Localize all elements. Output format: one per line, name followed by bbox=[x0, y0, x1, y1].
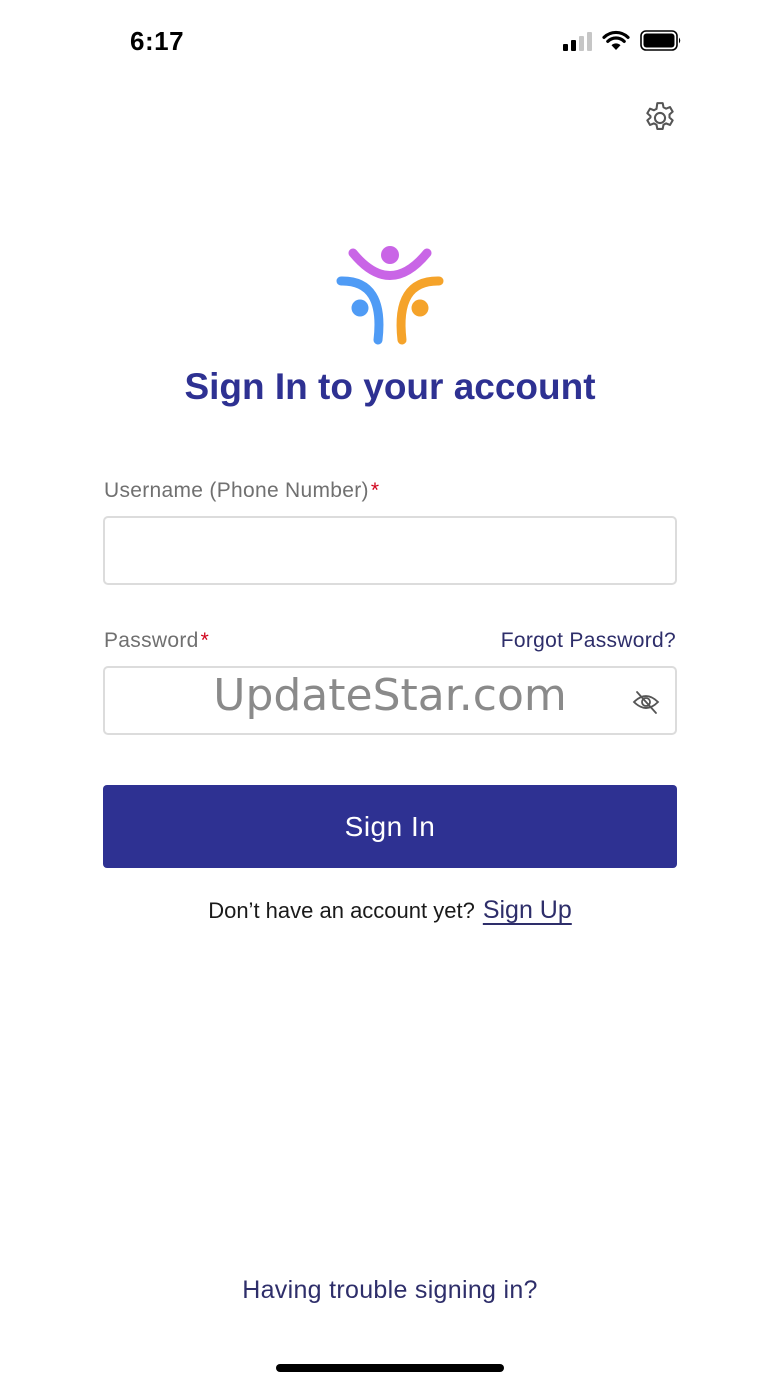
status-icons bbox=[563, 30, 682, 51]
page-title: Sign In to your account bbox=[184, 366, 596, 407]
username-field[interactable] bbox=[103, 516, 677, 585]
password-input[interactable] bbox=[105, 668, 675, 733]
forgot-password-link[interactable]: Forgot Password? bbox=[501, 629, 676, 653]
username-input[interactable] bbox=[105, 518, 675, 583]
password-label: Password* bbox=[104, 629, 209, 653]
gear-icon bbox=[646, 102, 674, 130]
username-label-text: Username (Phone Number) bbox=[104, 479, 369, 502]
status-time: 6:17 bbox=[130, 26, 185, 56]
cellular-signal-icon bbox=[563, 31, 592, 51]
username-label: Username (Phone Number)* bbox=[104, 479, 379, 503]
eye-off-icon bbox=[632, 691, 660, 714]
people-logo-icon bbox=[336, 246, 444, 345]
sign-up-link[interactable]: Sign Up bbox=[483, 896, 572, 924]
sign-in-button[interactable]: Sign In bbox=[103, 785, 677, 868]
trouble-signing-in-link[interactable]: Having trouble signing in? bbox=[0, 1276, 780, 1305]
password-field[interactable] bbox=[103, 666, 677, 735]
wifi-icon bbox=[602, 30, 630, 50]
status-bar: 6:17 bbox=[0, 0, 780, 86]
toggle-password-visibility-button[interactable] bbox=[631, 688, 661, 716]
signup-prompt: Don’t have an account yet? bbox=[208, 898, 475, 923]
required-mark: * bbox=[370, 479, 380, 502]
battery-icon bbox=[640, 30, 681, 51]
signup-row: Don’t have an account yet? Sign Up bbox=[0, 896, 780, 925]
password-label-text: Password bbox=[104, 629, 199, 652]
required-mark: * bbox=[200, 629, 210, 652]
home-indicator[interactable] bbox=[276, 1364, 504, 1372]
settings-button[interactable] bbox=[641, 99, 679, 137]
